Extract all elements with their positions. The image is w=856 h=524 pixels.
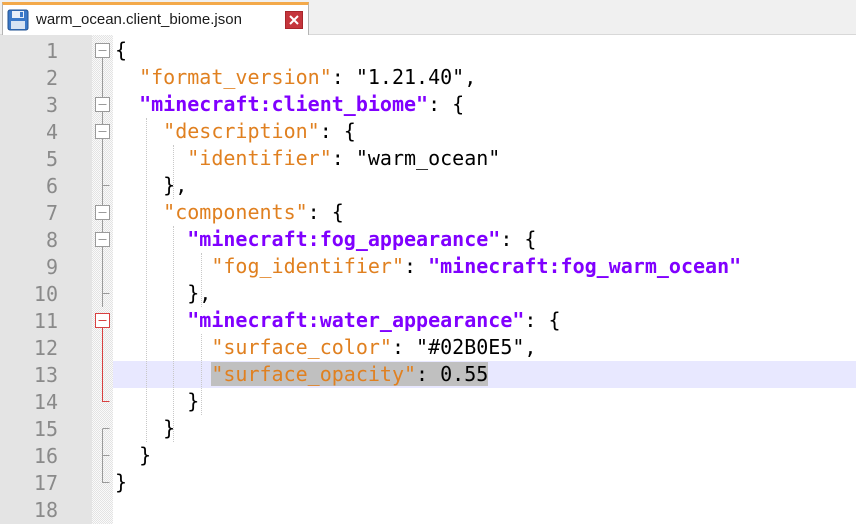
line-number: 4 <box>45 120 58 144</box>
code-token: : <box>391 335 417 359</box>
code-token: "identifier" <box>187 146 332 170</box>
code-text: }, <box>115 173 187 197</box>
code-line[interactable]: 9 "fog_identifier": "minecraft:fog_warm_… <box>0 253 856 280</box>
tab-title: warm_ocean.client_biome.json <box>36 11 242 28</box>
code-text: "surface_opacity": 0.55 <box>115 362 489 386</box>
indent-guide <box>173 226 175 442</box>
line-number: 14 <box>33 390 58 414</box>
code-token: "minecraft:water_appearance" <box>187 308 525 332</box>
code-token: }, <box>163 173 188 197</box>
indent-guide <box>173 145 175 199</box>
code-token: , <box>524 335 537 359</box>
code-token: "format_version" <box>139 65 332 89</box>
line-number: 18 <box>33 498 58 522</box>
line-number: 12 <box>33 336 58 360</box>
code-line[interactable]: 17} <box>0 469 856 496</box>
line-number: 6 <box>45 174 58 198</box>
tab-bar: warm_ocean.client_biome.json <box>0 0 856 36</box>
code-line[interactable]: 14 } <box>0 388 856 415</box>
code-text: "description": { <box>115 119 356 143</box>
line-number: 2 <box>45 66 58 90</box>
code-text: "minecraft:fog_appearance": { <box>115 227 536 251</box>
code-token: "components" <box>163 200 308 224</box>
code-token: : { <box>428 92 465 116</box>
code-line[interactable]: 1{ <box>0 37 856 64</box>
code-token: } <box>139 443 152 467</box>
code-token: , <box>464 65 477 89</box>
line-number: 1 <box>45 39 58 63</box>
code-text: "minecraft:water_appearance": { <box>115 308 561 332</box>
code-token: : { <box>307 200 344 224</box>
code-token: : { <box>319 119 356 143</box>
code-token: { <box>115 38 128 62</box>
code-token: "minecraft:fog_warm_ocean" <box>428 254 742 278</box>
line-number: 8 <box>45 228 58 252</box>
line-number: 15 <box>33 417 58 441</box>
code-token: : <box>331 146 356 170</box>
code-text: "components": { <box>115 200 344 224</box>
code-token: : <box>403 254 429 278</box>
line-number: 3 <box>45 93 58 117</box>
line-number: 17 <box>33 471 58 495</box>
indent-guide <box>201 253 203 307</box>
code-text: "surface_color": "#02B0E5", <box>115 335 536 359</box>
code-line[interactable]: 18 <box>0 496 856 523</box>
line-number: 16 <box>33 444 58 468</box>
code-text: "minecraft:client_biome": { <box>115 92 464 116</box>
code-token: "fog_identifier" <box>211 254 404 278</box>
line-number: 11 <box>33 309 58 333</box>
code-text: } <box>115 443 151 467</box>
code-line[interactable]: 10 }, <box>0 280 856 307</box>
code-line[interactable]: 8 "minecraft:fog_appearance": { <box>0 226 856 253</box>
code-line[interactable]: 13 "surface_opacity": 0.55 <box>0 361 856 388</box>
code-text: { <box>115 38 127 62</box>
line-number: 10 <box>33 282 58 306</box>
code-token: } <box>115 470 128 494</box>
code-token: : { <box>500 227 537 251</box>
code-text: } <box>115 470 127 494</box>
code-token: "warm_ocean" <box>355 146 501 170</box>
line-number: 9 <box>45 255 58 279</box>
code-line[interactable]: 3 "minecraft:client_biome": { <box>0 91 856 118</box>
code-token: } <box>187 389 200 413</box>
code-token: }, <box>187 281 212 305</box>
code-line[interactable]: 4 "description": { <box>0 118 856 145</box>
code-line[interactable]: 12 "surface_color": "#02B0E5", <box>0 334 856 361</box>
line-number: 7 <box>45 201 58 225</box>
code-token: : { <box>524 308 561 332</box>
code-token: "minecraft:client_biome" <box>139 92 429 116</box>
code-line[interactable]: 6 }, <box>0 172 856 199</box>
code-token: "surface_color" <box>211 335 392 359</box>
line-number: 13 <box>33 363 58 387</box>
file-tab[interactable]: warm_ocean.client_biome.json <box>2 2 309 36</box>
selected-token: "surface_opacity" <box>211 362 417 386</box>
indent-guide <box>145 118 147 442</box>
code-text: "format_version": "1.21.40", <box>115 65 476 89</box>
indent-guide <box>201 334 203 415</box>
selected-token: : 0.55 <box>416 362 489 386</box>
code-line[interactable]: 2 "format_version": "1.21.40", <box>0 64 856 91</box>
save-disk-icon <box>7 9 29 31</box>
close-icon[interactable] <box>285 11 303 29</box>
code-text: "fog_identifier": "minecraft:fog_warm_oc… <box>115 254 741 278</box>
code-token: "1.21.40" <box>355 65 465 89</box>
code-text: }, <box>115 281 211 305</box>
line-number: 5 <box>45 147 58 171</box>
code-token: : <box>331 65 356 89</box>
code-line[interactable]: 11 "minecraft:water_appearance": { <box>0 307 856 334</box>
code-text: } <box>115 389 199 413</box>
code-line[interactable]: 15 } <box>0 415 856 442</box>
fold-markers[interactable] <box>92 35 113 524</box>
code-token: "#02B0E5" <box>416 335 525 359</box>
code-line[interactable]: 7 "components": { <box>0 199 856 226</box>
code-token: "description" <box>163 119 320 143</box>
code-line[interactable]: 5 "identifier": "warm_ocean" <box>0 145 856 172</box>
code-token: "minecraft:fog_appearance" <box>187 227 501 251</box>
code-line[interactable]: 16 } <box>0 442 856 469</box>
